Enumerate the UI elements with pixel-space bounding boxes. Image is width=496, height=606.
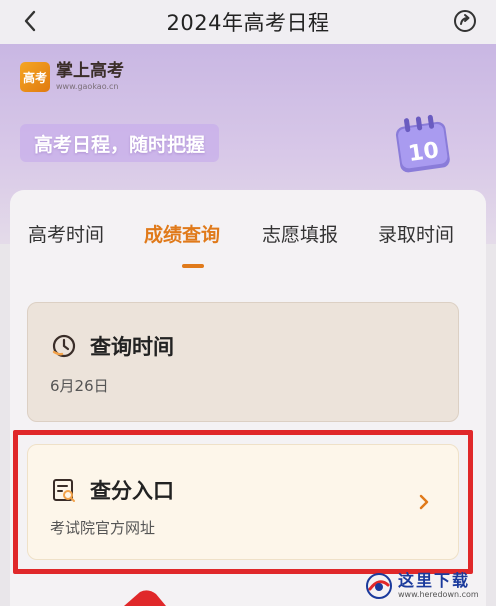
watermark-logo-icon bbox=[366, 573, 392, 599]
watermark-url: www.heredown.com bbox=[398, 590, 479, 599]
logo-url: www.gaokao.cn bbox=[56, 82, 119, 91]
banner-slogan: 高考日程，随时把握 bbox=[20, 124, 220, 162]
calendar-icon: 10 bbox=[395, 114, 450, 173]
query-time-card: 查询时间 6月26日 bbox=[27, 302, 459, 422]
query-time-title: 查询时间 bbox=[90, 335, 174, 359]
calendar-number: 10 bbox=[407, 138, 441, 167]
tab-exam-time[interactable]: 高考时间 bbox=[28, 220, 104, 247]
logo-mark: 高考 bbox=[20, 62, 50, 92]
tab-application[interactable]: 志愿填报 bbox=[262, 220, 338, 247]
top-nav-bar: 2024年高考日程 bbox=[0, 0, 496, 44]
clock-icon bbox=[52, 334, 76, 358]
tab-bar: 高考时间 成绩查询 志愿填报 录取时间 bbox=[10, 212, 486, 272]
watermark: 这里下载 www.heredown.com bbox=[364, 566, 496, 606]
tab-score-query[interactable]: 成绩查询 bbox=[144, 220, 220, 247]
chevron-left-icon bbox=[24, 10, 36, 32]
back-button[interactable] bbox=[16, 6, 44, 36]
watermark-name: 这里下载 bbox=[398, 571, 471, 590]
page-title: 2024年高考日程 bbox=[166, 11, 330, 35]
share-icon bbox=[454, 10, 476, 32]
active-tab-indicator bbox=[182, 264, 204, 268]
logo-name: 掌上高考 bbox=[56, 61, 124, 81]
query-time-date: 6月26日 bbox=[50, 377, 109, 395]
brand-logo: 高考 掌上高考 www.gaokao.cn bbox=[20, 62, 124, 92]
share-button[interactable] bbox=[450, 6, 480, 36]
arrow-pointer-icon bbox=[124, 590, 166, 606]
highlight-box bbox=[13, 430, 473, 574]
tab-admission-time[interactable]: 录取时间 bbox=[378, 220, 454, 247]
